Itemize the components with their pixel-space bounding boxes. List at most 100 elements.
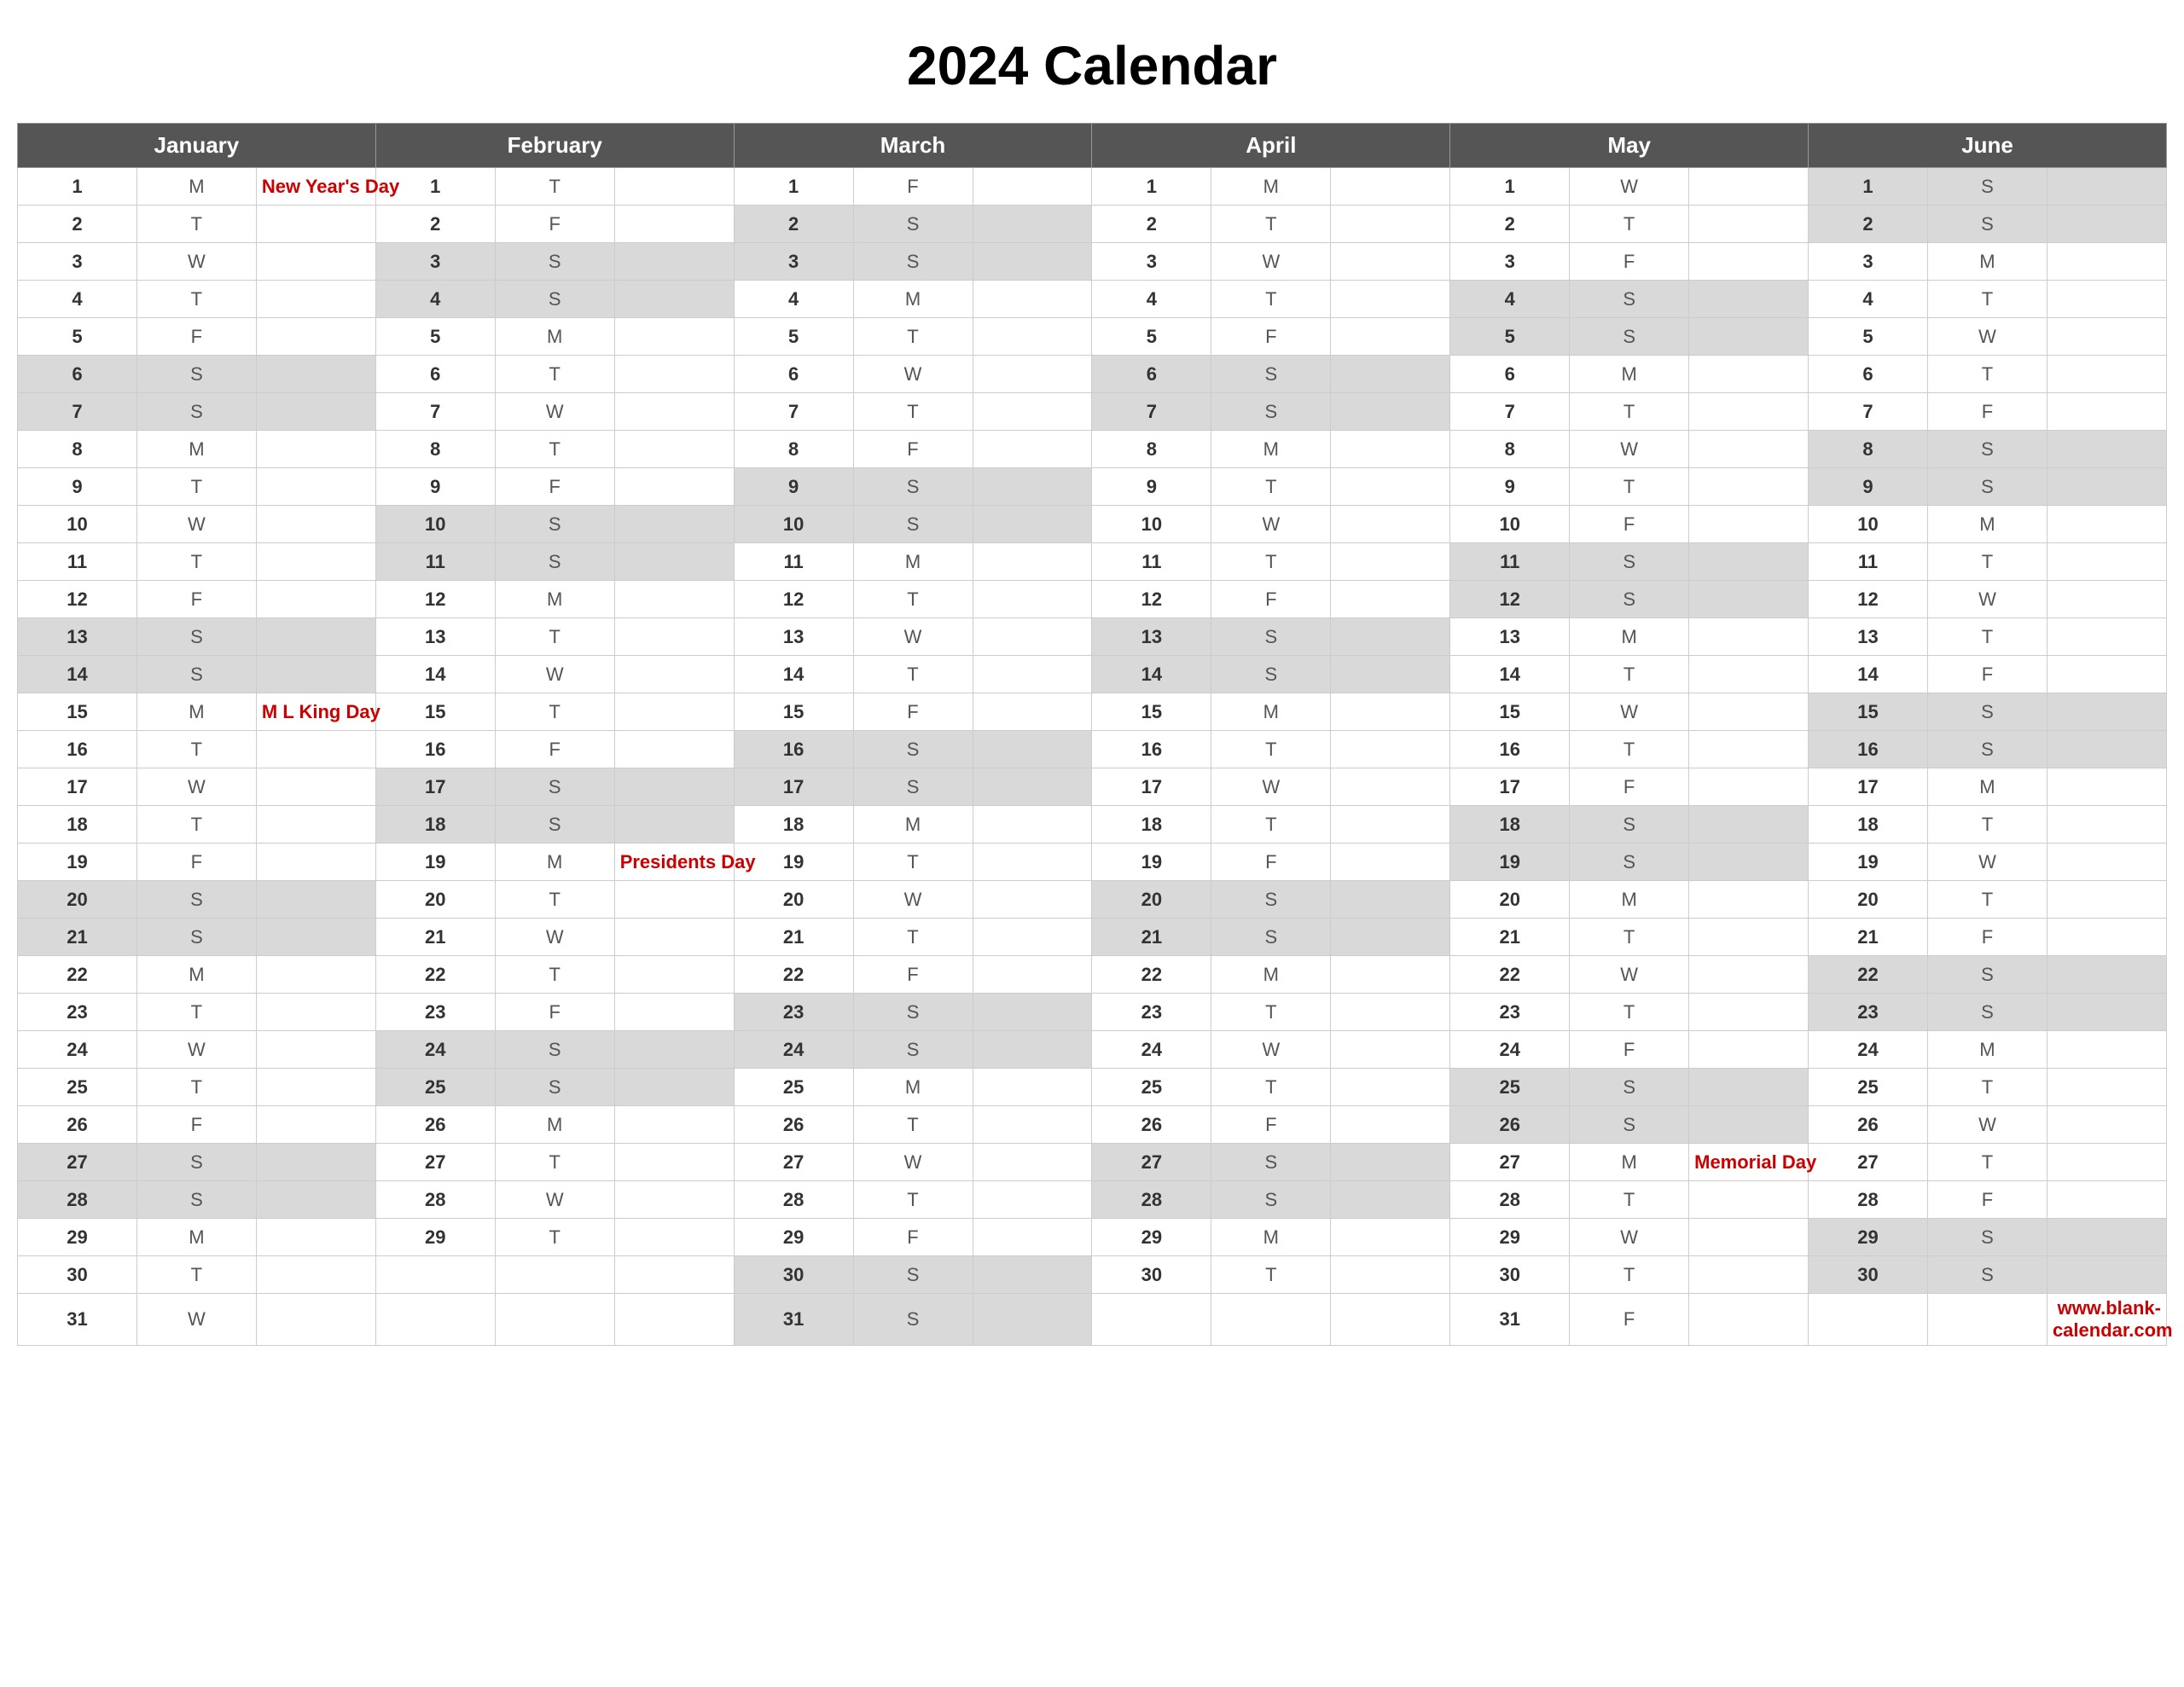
day-letter: W: [1211, 243, 1331, 281]
day-event: [2047, 1181, 2166, 1219]
day-number: 9: [1809, 468, 1928, 506]
day-event: [614, 281, 734, 318]
day-number: 20: [1809, 881, 1928, 919]
day-event: [256, 393, 375, 431]
day-letter: W: [1928, 844, 2048, 881]
day-event: [973, 919, 1092, 956]
day-number: 15: [18, 693, 137, 731]
day-number: 11: [18, 543, 137, 581]
day-event: [1689, 168, 1809, 206]
day-number: 28: [734, 1181, 853, 1219]
day-number: 19: [18, 844, 137, 881]
day-letter: W: [136, 506, 256, 543]
day-number: 4: [1450, 281, 1570, 318]
day-event: [1689, 768, 1809, 806]
day-number: 6: [1450, 356, 1570, 393]
day-letter: F: [1928, 919, 2048, 956]
day-number: 2: [1809, 206, 1928, 243]
day-number: 22: [734, 956, 853, 994]
day-letter: S: [1211, 356, 1331, 393]
day-event: [1331, 356, 1450, 393]
day-letter: T: [1570, 1181, 1689, 1219]
day-number: 26: [734, 1106, 853, 1144]
day-number: 26: [1809, 1106, 1928, 1144]
day-event: [256, 881, 375, 919]
day-number: 5: [1809, 318, 1928, 356]
day-number: 3: [1809, 243, 1928, 281]
day-number: 18: [1092, 806, 1211, 844]
day-number: 27: [1809, 1144, 1928, 1181]
day-event: [256, 243, 375, 281]
day-event: [973, 1144, 1092, 1181]
day-event: [614, 243, 734, 281]
day-letter: T: [495, 1219, 614, 1256]
day-number: 28: [18, 1181, 137, 1219]
header-april: April: [1092, 124, 1450, 168]
day-number: 13: [1809, 618, 1928, 656]
day-number: 9: [375, 468, 495, 506]
day-letter: W: [1211, 768, 1331, 806]
day-number: 15: [1092, 693, 1211, 731]
day-event: Memorial Day: [1689, 1144, 1809, 1181]
day-letter: T: [1928, 881, 2048, 919]
day-number: 24: [1450, 1031, 1570, 1069]
day-number: 20: [1450, 881, 1570, 919]
day-letter: W: [853, 881, 973, 919]
day-number: 14: [18, 656, 137, 693]
day-event: [1689, 1031, 1809, 1069]
day-event: [1689, 844, 1809, 881]
day-event: [1689, 806, 1809, 844]
day-letter: T: [1211, 281, 1331, 318]
empty-cell: [614, 1256, 734, 1294]
day-event: [1331, 431, 1450, 468]
day-event: [1689, 618, 1809, 656]
day-letter: S: [853, 506, 973, 543]
day-number: 18: [375, 806, 495, 844]
day-number: 29: [1450, 1219, 1570, 1256]
day-event: [2047, 656, 2166, 693]
day-number: 1: [1092, 168, 1211, 206]
day-event: [2047, 206, 2166, 243]
day-letter: F: [1570, 506, 1689, 543]
day-event: [1689, 393, 1809, 431]
day-letter: S: [853, 768, 973, 806]
day-number: 13: [375, 618, 495, 656]
day-letter: S: [136, 1181, 256, 1219]
empty-cell: [375, 1256, 495, 1294]
day-event: [2047, 881, 2166, 919]
day-letter: T: [1570, 656, 1689, 693]
day-letter: T: [495, 168, 614, 206]
day-event: [614, 618, 734, 656]
day-number: 19: [1450, 844, 1570, 881]
day-letter: M: [1211, 693, 1331, 731]
day-number: 26: [1092, 1106, 1211, 1144]
day-event: [256, 1219, 375, 1256]
day-letter: T: [1211, 468, 1331, 506]
day-letter: W: [495, 1181, 614, 1219]
day-event: [1689, 693, 1809, 731]
day-event: [256, 731, 375, 768]
day-letter: F: [136, 318, 256, 356]
day-event: [614, 919, 734, 956]
day-letter: T: [1928, 543, 2048, 581]
day-letter: M: [136, 956, 256, 994]
day-number: 9: [18, 468, 137, 506]
day-number: 6: [375, 356, 495, 393]
day-letter: T: [495, 693, 614, 731]
day-number: 15: [734, 693, 853, 731]
day-number: 17: [18, 768, 137, 806]
day-event: [973, 768, 1092, 806]
day-number: 7: [1809, 393, 1928, 431]
day-letter: M: [1570, 881, 1689, 919]
day-number: 12: [375, 581, 495, 618]
day-letter: T: [495, 618, 614, 656]
day-number: 3: [1450, 243, 1570, 281]
empty-cell: [1809, 1294, 1928, 1346]
day-letter: T: [1211, 206, 1331, 243]
day-letter: T: [853, 844, 973, 881]
day-letter: F: [1570, 243, 1689, 281]
day-letter: T: [495, 881, 614, 919]
day-number: 25: [734, 1069, 853, 1106]
day-letter: M: [853, 543, 973, 581]
day-number: 18: [734, 806, 853, 844]
